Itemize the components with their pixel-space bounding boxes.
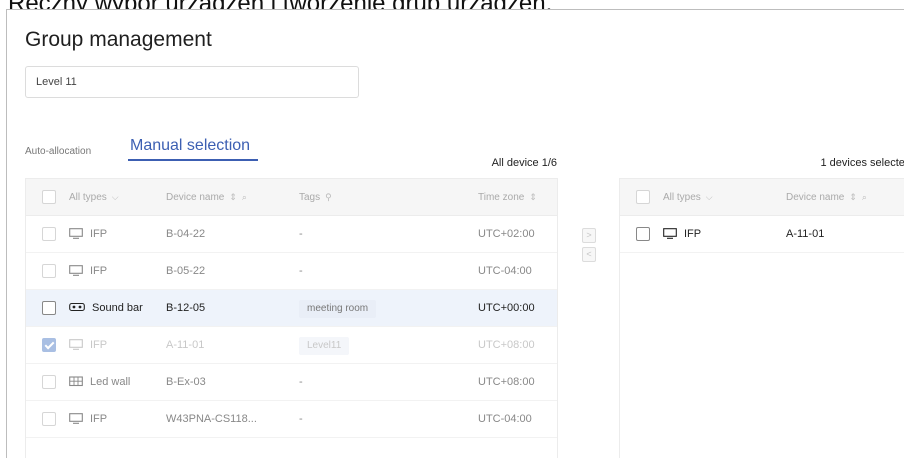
monitor-icon <box>69 338 83 350</box>
available-devices-table: All types ⌵ Device name ⇕ ⌕ Tags ⚲ Time zone… <box>25 178 558 458</box>
device-name: A-11-01 <box>786 228 825 240</box>
row-checkbox[interactable] <box>42 375 56 389</box>
group-management-panel: Group management Auto-allocation Manual … <box>6 9 904 458</box>
move-to-selected-button[interactable]: > <box>582 228 596 243</box>
device-type: IFP <box>69 327 107 363</box>
table-header: All types ⌵ Device name ⇕ ⌕ Tags ⚲ Time zone… <box>26 179 557 216</box>
move-to-available-button[interactable]: < <box>582 247 596 262</box>
tab-auto-allocation[interactable]: Auto-allocation <box>25 146 91 157</box>
device-type-label: Sound bar <box>92 302 143 314</box>
table-row[interactable]: Led wall B-Ex-03 - UTC+08:00 <box>26 364 557 401</box>
tab-manual-selection[interactable]: Manual selection <box>130 137 250 155</box>
tags-header-label: Tags <box>299 192 321 203</box>
group-name-input[interactable] <box>25 66 359 98</box>
device-type: IFP <box>69 253 107 289</box>
time-zone-header[interactable]: Time zone ⇕ <box>478 179 537 216</box>
device-type: Sound bar <box>69 290 143 326</box>
monitor-icon <box>69 412 83 424</box>
tag-badge: meeting room <box>299 300 377 318</box>
device-type-label: IFP <box>684 228 702 240</box>
all-device-count: All device 1/6 <box>491 157 557 169</box>
device-type-label: Led wall <box>90 376 131 388</box>
device-tag: meeting room <box>299 290 377 326</box>
device-time-zone: UTC+02:00 <box>478 228 535 240</box>
select-all-checkbox[interactable] <box>636 190 650 204</box>
selected-device-count: 1 devices selected <box>820 157 904 169</box>
device-time-zone: UTC+08:00 <box>478 376 535 388</box>
device-type-label: IFP <box>90 265 108 277</box>
device-name: B-05-22 <box>166 265 206 277</box>
table-row[interactable]: IFP B-04-22 - UTC+02:00 <box>26 216 557 253</box>
device-name: A-11-01 <box>166 339 205 351</box>
device-tag: - <box>299 413 303 425</box>
device-time-zone: UTC-04:00 <box>478 265 532 277</box>
row-checkbox[interactable] <box>42 301 56 315</box>
table-row[interactable]: IFP W43PNA-CS118... - UTC-04:00 <box>26 401 557 438</box>
time-zone-header-label: Time zone <box>478 192 525 203</box>
tag-badge: Level11 <box>299 337 350 355</box>
device-time-zone: UTC+00:00 <box>478 302 535 314</box>
chevron-down-icon: ⌵ <box>705 192 713 202</box>
types-filter[interactable]: All types ⌵ <box>69 179 119 216</box>
device-name-header-label: Device name <box>786 192 845 203</box>
device-type-label: IFP <box>90 228 108 240</box>
row-checkbox-checked <box>42 338 56 352</box>
device-tag: - <box>299 376 303 388</box>
filter-icon[interactable]: ⚲ <box>325 179 332 215</box>
sort-icon[interactable]: ⇕ <box>229 179 237 215</box>
device-tag: Level11 <box>299 327 350 363</box>
device-time-zone: UTC-04:00 <box>478 413 532 425</box>
sort-icon[interactable]: ⇕ <box>849 179 857 215</box>
selected-devices-table: All types ⌵ Device name ⇕ ⌕ IFP A-11-01 <box>619 178 904 458</box>
table-row[interactable]: Sound bar B-12-05 meeting room UTC+00:00 <box>26 290 557 327</box>
device-name-header-label: Device name <box>166 192 225 203</box>
device-time-zone: UTC+08:00 <box>478 339 535 351</box>
monitor-icon <box>663 227 677 239</box>
device-name: W43PNA-CS118... <box>166 413 257 425</box>
device-name: B-04-22 <box>166 228 206 240</box>
device-type: IFP <box>663 216 701 252</box>
table-header: All types ⌵ Device name ⇕ ⌕ <box>620 179 904 216</box>
page: Ręczny wybór urządzeń i tworzenie grup u… <box>0 0 904 458</box>
device-name-header[interactable]: Device name ⇕ ⌕ <box>166 179 247 216</box>
monitor-icon <box>69 264 83 276</box>
types-filter-label: All types <box>663 192 701 203</box>
soundbar-icon <box>69 303 85 312</box>
search-icon[interactable]: ⌕ <box>242 179 247 215</box>
device-tag: - <box>299 228 303 240</box>
led-wall-icon <box>69 376 83 386</box>
device-name: B-12-05 <box>166 302 206 314</box>
sort-icon[interactable]: ⇕ <box>529 179 537 215</box>
table-row[interactable]: IFP B-05-22 - UTC-04:00 <box>26 253 557 290</box>
types-filter[interactable]: All types ⌵ <box>663 179 713 216</box>
device-name: B-Ex-03 <box>166 376 206 388</box>
search-icon[interactable]: ⌕ <box>862 179 867 215</box>
table-row: IFP A-11-01 Level11 UTC+08:00 <box>26 327 557 364</box>
row-checkbox[interactable] <box>42 264 56 278</box>
device-type: Led wall <box>69 364 130 400</box>
device-tag: - <box>299 265 303 277</box>
device-type: IFP <box>69 216 107 252</box>
select-all-checkbox[interactable] <box>42 190 56 204</box>
device-type-label: IFP <box>90 413 108 425</box>
page-title: Group management <box>25 28 212 51</box>
chevron-down-icon: ⌵ <box>111 192 119 202</box>
table-row[interactable]: IFP A-11-01 <box>620 216 904 253</box>
tags-header[interactable]: Tags ⚲ <box>299 179 332 216</box>
device-type: IFP <box>69 401 107 437</box>
monitor-icon <box>69 227 83 239</box>
device-name-header[interactable]: Device name ⇕ ⌕ <box>786 179 867 216</box>
active-tab-indicator <box>128 159 258 161</box>
row-checkbox[interactable] <box>42 227 56 241</box>
row-checkbox[interactable] <box>636 227 650 241</box>
device-type-label: IFP <box>90 339 108 351</box>
row-checkbox[interactable] <box>42 412 56 426</box>
types-filter-label: All types <box>69 192 107 203</box>
